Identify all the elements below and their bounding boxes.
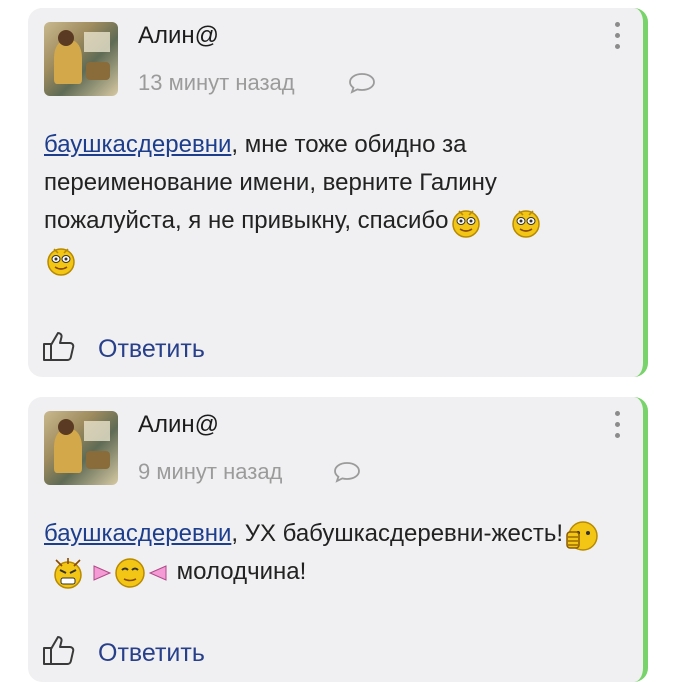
mention-link[interactable]: баушкасдеревни — [44, 131, 231, 158]
speech-bubble-icon — [333, 461, 361, 488]
avatar[interactable] — [44, 22, 118, 96]
smiley-icon — [509, 205, 543, 239]
comment-card: Алин@ 9 минут назад баушкасдеревни, УХ б… — [28, 397, 648, 682]
thumbs-up-icon[interactable] — [42, 330, 76, 369]
angry-smiley-icon — [50, 556, 84, 590]
speech-bubble-icon — [348, 72, 376, 99]
smiley-icon — [44, 243, 78, 277]
avatar[interactable] — [44, 411, 118, 485]
comment-time: 13 минут назад — [138, 70, 295, 95]
comment-text: баушкасдеревни, УХ бабушкасдеревни-жесть… — [44, 515, 604, 591]
reply-button[interactable]: Ответить — [42, 634, 205, 673]
candy-smiley-icon — [90, 556, 170, 590]
smiley-icon — [449, 205, 483, 239]
more-menu-icon[interactable] — [615, 22, 621, 55]
mention-link[interactable]: баушкасдеревни — [44, 520, 231, 547]
reply-button[interactable]: Ответить — [42, 330, 205, 369]
thumbs-up-smiley-icon — [563, 518, 598, 552]
comment-author[interactable]: Алин@ — [138, 411, 219, 439]
reply-label[interactable]: Ответить — [98, 335, 205, 364]
thumbs-up-icon[interactable] — [42, 634, 76, 673]
comment-text: баушкасдеревни, мне тоже обидно за переи… — [44, 126, 604, 278]
more-menu-icon[interactable] — [615, 411, 621, 444]
comment-time: 9 минут назад — [138, 459, 283, 484]
comment-card: Алин@ 13 минут назад баушкасдеревни, мне… — [28, 8, 648, 377]
comment-author[interactable]: Алин@ — [138, 22, 219, 50]
reply-label[interactable]: Ответить — [98, 639, 205, 668]
